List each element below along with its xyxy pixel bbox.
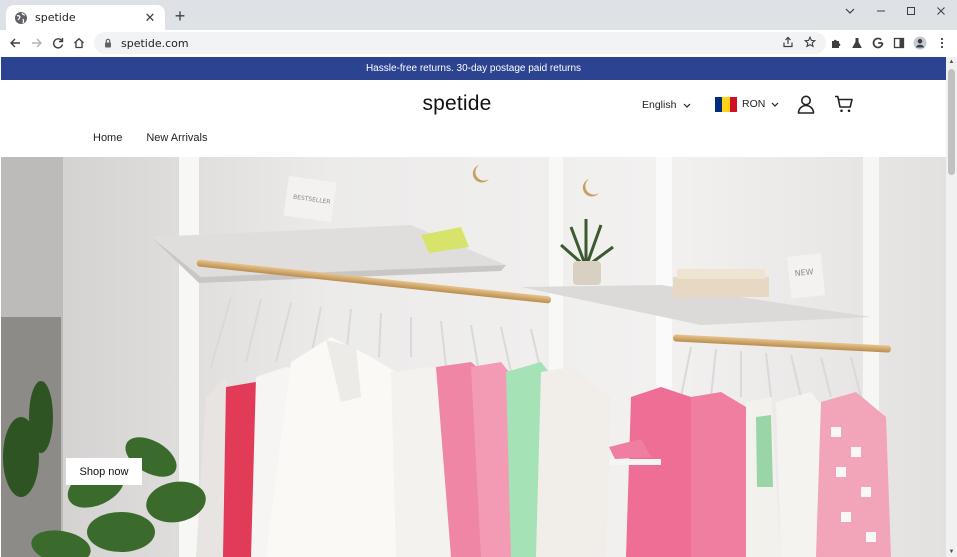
browser-tab-title: spetide [35,11,76,24]
back-icon[interactable] [5,33,25,53]
bookmark-star-icon[interactable] [801,33,819,51]
page-scrollbar[interactable]: ▲ ▼ [946,57,957,557]
currency-selector[interactable]: RON [715,95,779,113]
romania-flag-icon [715,96,737,112]
hero-image: BESTSELLER NEW [1,157,946,557]
window-close-icon[interactable] [926,0,956,22]
announcement-bar: Hassle-free returns. 30-day postage paid… [1,57,946,80]
side-panel-icon[interactable] [890,34,908,52]
reload-icon[interactable] [48,33,68,53]
globe-icon [14,11,28,25]
tab-search-icon[interactable] [835,0,865,22]
google-icon[interactable] [869,34,887,52]
language-selector[interactable]: English [642,97,691,113]
tab-close-icon[interactable]: ✕ [143,10,157,25]
address-bar[interactable]: spetide.com [94,32,826,54]
chevron-down-icon [771,102,779,107]
maximize-icon[interactable] [896,0,926,22]
account-icon[interactable] [796,94,816,114]
hero-banner: BESTSELLER NEW Shop now [1,157,946,557]
url-text: spetide.com [121,36,189,50]
scrollbar-thumb[interactable] [948,69,955,175]
browser-tab[interactable]: spetide ✕ [6,5,165,30]
scroll-down-arrow-icon[interactable]: ▼ [948,549,955,555]
currency-label: RON [742,98,766,110]
nav-home[interactable]: Home [93,132,122,144]
shop-now-button[interactable]: Shop now [66,458,142,485]
forward-icon[interactable] [27,33,47,53]
share-icon[interactable] [779,33,797,51]
scroll-up-arrow-icon[interactable]: ▲ [948,59,955,65]
profile-avatar-icon[interactable] [911,34,929,52]
language-label: English [642,99,677,111]
web-page: Hassle-free returns. 30-day postage paid… [1,57,946,557]
extensions-puzzle-icon[interactable] [827,34,845,52]
minimize-icon[interactable] [866,0,896,22]
chevron-down-icon [683,103,691,108]
site-header: spetide English RON Home New Arrivals [1,80,946,157]
new-tab-button[interactable]: + [171,7,189,26]
nav-new-arrivals[interactable]: New Arrivals [146,132,207,144]
browser-tab-bar: spetide ✕ + [0,0,957,30]
main-nav: Home New Arrivals [93,132,231,144]
browser-toolbar: spetide.com [0,30,957,56]
cart-icon[interactable] [834,94,854,114]
browser-menu-icon[interactable] [933,34,951,52]
lock-icon[interactable] [102,37,114,49]
home-icon[interactable] [69,33,89,53]
lab-flask-icon[interactable] [848,34,866,52]
